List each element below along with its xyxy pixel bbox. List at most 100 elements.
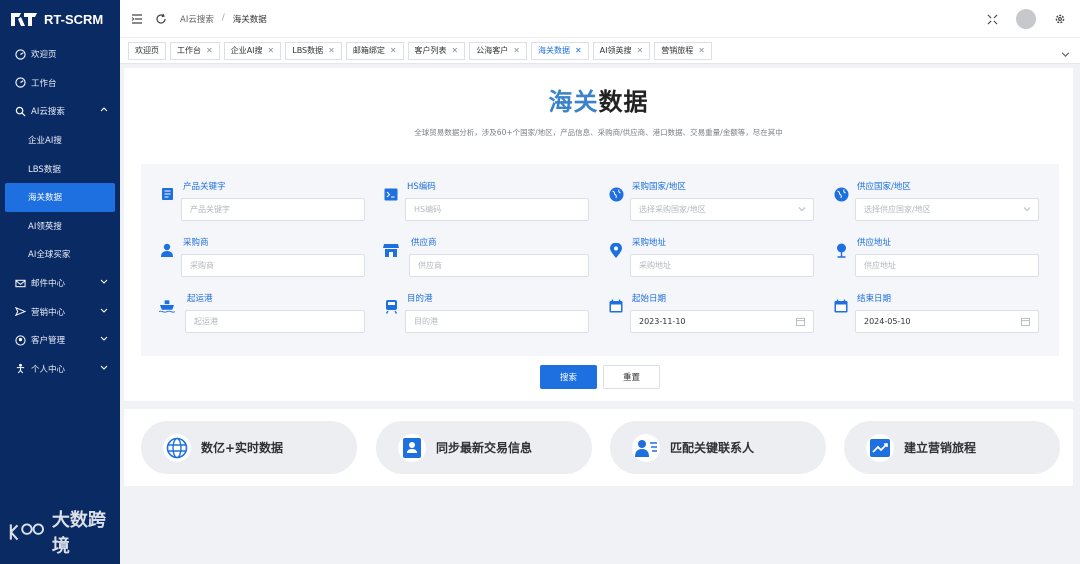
terminal-icon [383, 186, 399, 202]
map-pin-icon [833, 242, 849, 258]
customer-icon [14, 334, 26, 346]
chevron-down-icon [100, 278, 108, 289]
input-placeholder: 供应地址 [864, 261, 896, 270]
field-destination-port: 目的港 目的港 [383, 276, 593, 333]
sidebar-item-label: 欢迎页 [31, 50, 57, 61]
close-icon[interactable]: ✕ [268, 46, 275, 55]
tab-customs-data[interactable]: 海关数据 ✕ [530, 41, 589, 60]
chevron-down-icon [100, 363, 108, 374]
sidebar-item-marketing[interactable]: 营销中心 [0, 297, 120, 326]
breadcrumb-item-current: 海关数据 [232, 14, 267, 25]
field-label: 采购商 [183, 238, 209, 248]
chevron-down-icon[interactable] [1061, 44, 1070, 63]
supplier-input[interactable]: 供应商 [409, 254, 589, 277]
send-icon [14, 306, 26, 318]
breadcrumb: AI云搜索 / 海关数据 [180, 13, 267, 25]
field-purchase-country: 采购国家/地区 选择采购国家/地区 [608, 164, 818, 221]
sidebar-item-mail[interactable]: 邮件中心 [0, 269, 120, 298]
close-icon[interactable]: ✕ [698, 46, 705, 55]
tab-lbs[interactable]: LBS数据 ✕ [285, 41, 342, 60]
breadcrumb-separator: / [221, 12, 225, 23]
end-date-picker[interactable]: 2024-05-10 [855, 310, 1039, 333]
page-subtitle: 全球贸易数据分析，涉及60+个国家/地区，产品信息、采购商/供应商、港口数据、交… [414, 128, 783, 137]
sidebar-item-enterprise-ai[interactable]: 企业AI搜 [0, 126, 120, 155]
tab-label: 营销旅程 [661, 46, 694, 55]
close-icon[interactable]: ✕ [206, 46, 213, 55]
feature-marketing-journey: 建立营销旅程 [844, 421, 1060, 474]
reset-button[interactable]: 重置 [603, 365, 660, 389]
tab-customer-list[interactable]: 客户列表 ✕ [407, 41, 466, 60]
tab-label: 企业AI搜 [230, 46, 263, 55]
close-icon[interactable]: ✕ [513, 46, 520, 55]
sidebar-item-workbench[interactable]: 工作台 [0, 69, 120, 98]
close-icon[interactable]: ✕ [328, 46, 335, 55]
feature-label: 匹配关键联系人 [670, 441, 755, 455]
field-label: 供应地址 [857, 238, 892, 248]
purchase-country-select[interactable]: 选择采购国家/地区 [630, 198, 814, 221]
sidebar-item-ai-search[interactable]: AI云搜索 [0, 97, 120, 126]
app-root: RT-SCRM 欢迎页 工作台 AI云搜索 企业AI搜 LBS数据 海关数据 A… [0, 0, 1080, 564]
input-placeholder: 供应商 [418, 261, 442, 270]
tab-label: LBS数据 [292, 46, 324, 55]
person-icon [14, 363, 26, 375]
close-icon[interactable]: ✕ [390, 46, 397, 55]
tab-enterprise-ai[interactable]: 企业AI搜 ✕ [223, 41, 282, 60]
globe-icon [833, 186, 849, 202]
sidebar-item-welcome[interactable]: 欢迎页 [0, 40, 120, 69]
field-buyer: 采购商 采购商 [159, 220, 369, 277]
start-date-picker[interactable]: 2023-11-10 [630, 310, 814, 333]
sidebar-item-personal[interactable]: 个人中心 [0, 355, 120, 384]
tab-welcome[interactable]: 欢迎页 [128, 41, 166, 60]
departure-port-input[interactable]: 起运港 [185, 310, 365, 333]
sidebar-item-customers[interactable]: 客户管理 [0, 326, 120, 355]
field-supply-address: 供应地址 供应地址 [833, 220, 1043, 277]
field-supplier: 供应商 供应商 [383, 220, 593, 277]
supply-country-select[interactable]: 选择供应国家/地区 [855, 198, 1039, 221]
contact-card-icon [398, 433, 426, 462]
breadcrumb-item-ai-search[interactable]: AI云搜索 [180, 13, 214, 25]
search-button[interactable]: 搜索 [540, 365, 597, 389]
field-label: 供应商 [411, 238, 437, 248]
gear-icon[interactable] [1054, 10, 1066, 29]
tab-marketing-journey[interactable]: 营销旅程 ✕ [654, 41, 712, 60]
buyer-input[interactable]: 采购商 [181, 254, 365, 277]
field-label: 起运港 [187, 294, 213, 304]
field-label: 目的港 [407, 294, 433, 304]
supply-address-input[interactable]: 供应地址 [855, 254, 1039, 277]
logo[interactable]: RT-SCRM [0, 0, 120, 38]
fullscreen-icon[interactable] [987, 10, 998, 29]
tab-label: AI领英搜 [599, 46, 632, 55]
sidebar-item-linkedin-ai[interactable]: AI领英搜 [0, 212, 120, 241]
field-label: 产品关键字 [183, 182, 226, 192]
watermark-text: 大数跨境 [51, 510, 106, 557]
purchase-address-input[interactable]: 采购地址 [630, 254, 814, 277]
field-purchase-address: 采购地址 采购地址 [608, 220, 818, 277]
close-icon[interactable]: ✕ [637, 46, 644, 55]
input-placeholder: 产品关键字 [190, 205, 230, 214]
tab-mailbox-binding[interactable]: 邮箱绑定 ✕ [345, 41, 404, 60]
hs-code-input[interactable]: HS编码 [405, 198, 589, 221]
location-pin-icon [608, 242, 624, 258]
tab-bar: 欢迎页 工作台 ✕ 企业AI搜 ✕ LBS数据 ✕ 邮箱绑定 ✕ 客户列表 ✕ 公海客户 ✕… [120, 38, 1080, 64]
store-icon [383, 242, 399, 258]
sidebar-item-label: 海关数据 [28, 193, 63, 204]
feature-label: 建立营销旅程 [904, 441, 977, 455]
chevron-up-icon [100, 106, 108, 117]
close-icon[interactable]: ✕ [575, 46, 582, 55]
tab-public-customers[interactable]: 公海客户 ✕ [469, 41, 527, 60]
destination-port-input[interactable]: 目的港 [405, 310, 589, 333]
sidebar-item-global-buyers[interactable]: AI全球买家 [0, 240, 120, 269]
input-value: 2024-05-10 [864, 317, 911, 326]
tab-linkedin-ai[interactable]: AI领英搜 ✕ [592, 41, 651, 60]
tab-workbench[interactable]: 工作台 ✕ [170, 41, 220, 60]
refresh-icon[interactable] [154, 12, 168, 26]
field-label: 起始日期 [632, 294, 667, 304]
sidebar-item-customs-data[interactable]: 海关数据 [5, 182, 115, 212]
avatar[interactable] [1016, 9, 1036, 29]
feature-match-contacts: 匹配关键联系人 [610, 421, 826, 474]
menu-fold-icon[interactable] [130, 12, 144, 26]
feature-sync-transactions: 同步最新交易信息 [376, 421, 592, 474]
product-keyword-input[interactable]: 产品关键字 [181, 198, 365, 221]
sidebar-item-lbs[interactable]: LBS数据 [0, 154, 120, 183]
close-icon[interactable]: ✕ [452, 46, 459, 55]
